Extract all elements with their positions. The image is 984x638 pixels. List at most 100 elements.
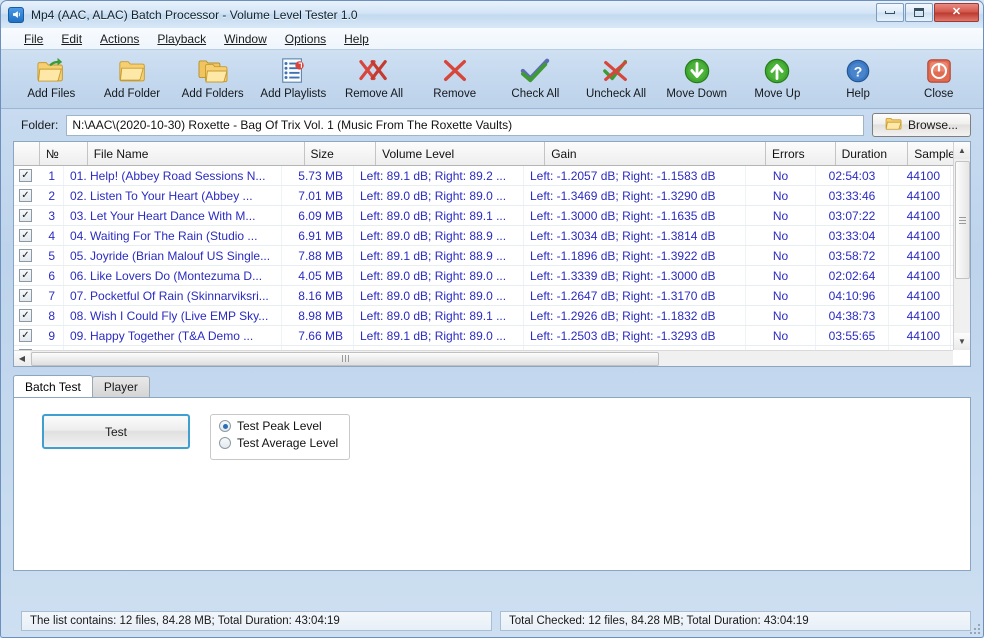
table-row[interactable]: ✓ 3 03. Let Your Heart Dance With M... 6.09… bbox=[14, 206, 970, 226]
row-duration: 04:10:96 bbox=[816, 286, 889, 305]
menu-file-label: File bbox=[24, 31, 44, 46]
grid-header-duration[interactable]: Duration bbox=[835, 142, 909, 165]
checkbox-checked-icon[interactable]: ✓ bbox=[19, 309, 32, 322]
folder-bar: Folder: N:\AAC\(2020-10-30) Roxette - Ba… bbox=[1, 109, 983, 141]
checkbox-checked-icon[interactable]: ✓ bbox=[19, 209, 32, 222]
radio-selected-icon[interactable] bbox=[219, 420, 231, 432]
menu-item-edit[interactable]: Edit bbox=[52, 30, 91, 48]
grid-header-no[interactable]: № bbox=[39, 142, 88, 165]
row-duration: 03:33:04 bbox=[816, 226, 889, 245]
checkbox-checked-icon[interactable]: ✓ bbox=[19, 289, 32, 302]
grid-header-file-name[interactable]: File Name bbox=[87, 142, 305, 165]
table-row[interactable]: ✓ 5 05. Joyride (Brian Malouf US Single...… bbox=[14, 246, 970, 266]
toolbar-label-uncheck-all: Uncheck All bbox=[585, 88, 647, 100]
file-list-grid[interactable]: № File Name Size Volume Level Gain Error… bbox=[13, 141, 971, 367]
resize-grip-icon[interactable] bbox=[968, 622, 980, 634]
tab-player[interactable]: Player bbox=[91, 376, 150, 397]
row-duration: 03:33:46 bbox=[816, 186, 889, 205]
checkbox-checked-icon[interactable]: ✓ bbox=[19, 169, 32, 182]
toolbar-button-help[interactable]: ? Help bbox=[820, 55, 897, 106]
grid-header-size[interactable]: Size bbox=[304, 142, 377, 165]
row-size: 4.05 MB bbox=[282, 266, 354, 285]
row-checkbox-cell[interactable]: ✓ bbox=[14, 306, 40, 325]
table-row[interactable]: ✓ 8 08. Wish I Could Fly (Live EMP Sky... 8… bbox=[14, 306, 970, 326]
table-row[interactable]: ✓ 4 04. Waiting For The Rain (Studio ... 6.… bbox=[14, 226, 970, 246]
table-row[interactable]: ✓ 1 01. Help! (Abbey Road Sessions N... 5.7… bbox=[14, 166, 970, 186]
table-row[interactable]: ✓ 7 07. Pocketful Of Rain (Skinnarviksri..… bbox=[14, 286, 970, 306]
grid-horizontal-scrollbar[interactable]: ◀ bbox=[14, 350, 953, 366]
menu-item-help[interactable]: Help bbox=[335, 30, 378, 48]
folder-path-input[interactable]: N:\AAC\(2020-10-30) Roxette - Bag Of Tri… bbox=[66, 114, 864, 136]
checkbox-checked-icon[interactable]: ✓ bbox=[19, 329, 32, 342]
table-row[interactable]: ✓ 6 06. Like Lovers Do (Montezuma D... 4.05… bbox=[14, 266, 970, 286]
checkbox-checked-icon[interactable]: ✓ bbox=[19, 269, 32, 282]
test-button[interactable]: Test bbox=[42, 414, 190, 449]
maximize-icon bbox=[914, 8, 924, 17]
minimize-button[interactable] bbox=[876, 3, 904, 22]
scroll-up-icon[interactable]: ▲ bbox=[953, 142, 970, 159]
browse-button[interactable]: Browse... bbox=[872, 113, 971, 137]
row-checkbox-cell[interactable]: ✓ bbox=[14, 226, 40, 245]
row-checkbox-cell[interactable]: ✓ bbox=[14, 206, 40, 225]
maximize-button[interactable] bbox=[905, 3, 933, 22]
row-sample-rate: 44100 bbox=[889, 286, 951, 305]
toolbar-button-add-playlists[interactable]: Add Playlists bbox=[255, 55, 332, 106]
row-gain: Left: -1.2926 dB; Right: -1.1832 dB bbox=[524, 306, 746, 325]
row-checkbox-cell[interactable]: ✓ bbox=[14, 286, 40, 305]
grid-header-volume-level[interactable]: Volume Level bbox=[376, 142, 546, 165]
radio-unselected-icon[interactable] bbox=[219, 437, 231, 449]
grid-header-checkbox[interactable] bbox=[14, 142, 40, 165]
toolbar-button-remove-all[interactable]: Remove All bbox=[336, 55, 413, 106]
toolbar-button-check-all[interactable]: Check All bbox=[497, 55, 574, 106]
row-sample-rate: 44100 bbox=[889, 326, 951, 345]
row-checkbox-cell[interactable]: ✓ bbox=[14, 186, 40, 205]
blue-check-icon bbox=[520, 56, 550, 86]
toolbar-button-close[interactable]: Close bbox=[900, 55, 977, 106]
row-file-name: 05. Joyride (Brian Malouf US Single... bbox=[64, 246, 282, 265]
tab-batch-test[interactable]: Batch Test bbox=[13, 375, 93, 397]
table-row[interactable]: ✓ 2 02. Listen To Your Heart (Abbey ... 7.0… bbox=[14, 186, 970, 206]
folder-open-icon bbox=[885, 116, 903, 134]
row-number: 9 bbox=[40, 326, 64, 345]
row-sample-rate: 44100 bbox=[889, 266, 951, 285]
folder-label: Folder: bbox=[21, 118, 59, 132]
scroll-down-icon[interactable]: ▼ bbox=[953, 333, 970, 350]
menu-item-options[interactable]: Options bbox=[276, 30, 335, 48]
row-errors: No bbox=[746, 226, 816, 245]
toolbar-button-add-folder[interactable]: Add Folder bbox=[94, 55, 171, 106]
toolbar-button-add-folders[interactable]: Add Folders bbox=[174, 55, 251, 106]
row-checkbox-cell[interactable]: ✓ bbox=[14, 166, 40, 185]
toolbar-button-uncheck-all[interactable]: Uncheck All bbox=[578, 55, 655, 106]
grid-body[interactable]: ✓ 1 01. Help! (Abbey Road Sessions N... 5.7… bbox=[14, 166, 970, 366]
checkbox-checked-icon[interactable]: ✓ bbox=[19, 249, 32, 262]
toolbar-label-add-files: Add Files bbox=[27, 88, 76, 100]
toolbar-button-add-files[interactable]: Add Files bbox=[13, 55, 90, 106]
scroll-left-icon[interactable]: ◀ bbox=[14, 351, 30, 366]
grid-header-errors[interactable]: Errors bbox=[765, 142, 836, 165]
vertical-scroll-thumb[interactable] bbox=[954, 161, 970, 279]
toolbar-button-move-down[interactable]: Move Down bbox=[658, 55, 735, 106]
row-checkbox-cell[interactable]: ✓ bbox=[14, 326, 40, 345]
menu-item-file[interactable]: File bbox=[15, 30, 52, 48]
row-number: 6 bbox=[40, 266, 64, 285]
grid-vertical-scrollbar[interactable]: ▲ ▼ bbox=[953, 142, 970, 350]
checkbox-checked-icon[interactable]: ✓ bbox=[19, 229, 32, 242]
row-checkbox-cell[interactable]: ✓ bbox=[14, 246, 40, 265]
grid-header-gain[interactable]: Gain bbox=[545, 142, 766, 165]
menu-item-playback[interactable]: Playback bbox=[148, 30, 215, 48]
row-checkbox-cell[interactable]: ✓ bbox=[14, 266, 40, 285]
horizontal-scroll-thumb[interactable] bbox=[31, 351, 659, 366]
radio-test-average-level[interactable]: Test Average Level bbox=[219, 436, 349, 450]
menu-item-actions[interactable]: Actions bbox=[91, 30, 148, 48]
checkbox-checked-icon[interactable]: ✓ bbox=[19, 189, 32, 202]
row-errors: No bbox=[746, 326, 816, 345]
row-errors: No bbox=[746, 306, 816, 325]
tab-content-batch-test: Test Test Peak Level Test Average Level bbox=[13, 397, 971, 571]
close-button[interactable]: ✕ bbox=[934, 3, 979, 22]
toolbar-button-remove[interactable]: Remove bbox=[416, 55, 493, 106]
radio-test-peak-level[interactable]: Test Peak Level bbox=[219, 419, 349, 433]
table-row[interactable]: ✓ 9 09. Happy Together (T&A Demo ... 7.66 M… bbox=[14, 326, 970, 346]
menu-item-window[interactable]: Window bbox=[215, 30, 276, 48]
row-volume-level: Left: 89.0 dB; Right: 89.1 ... bbox=[354, 306, 524, 325]
toolbar-button-move-up[interactable]: Move Up bbox=[739, 55, 816, 106]
